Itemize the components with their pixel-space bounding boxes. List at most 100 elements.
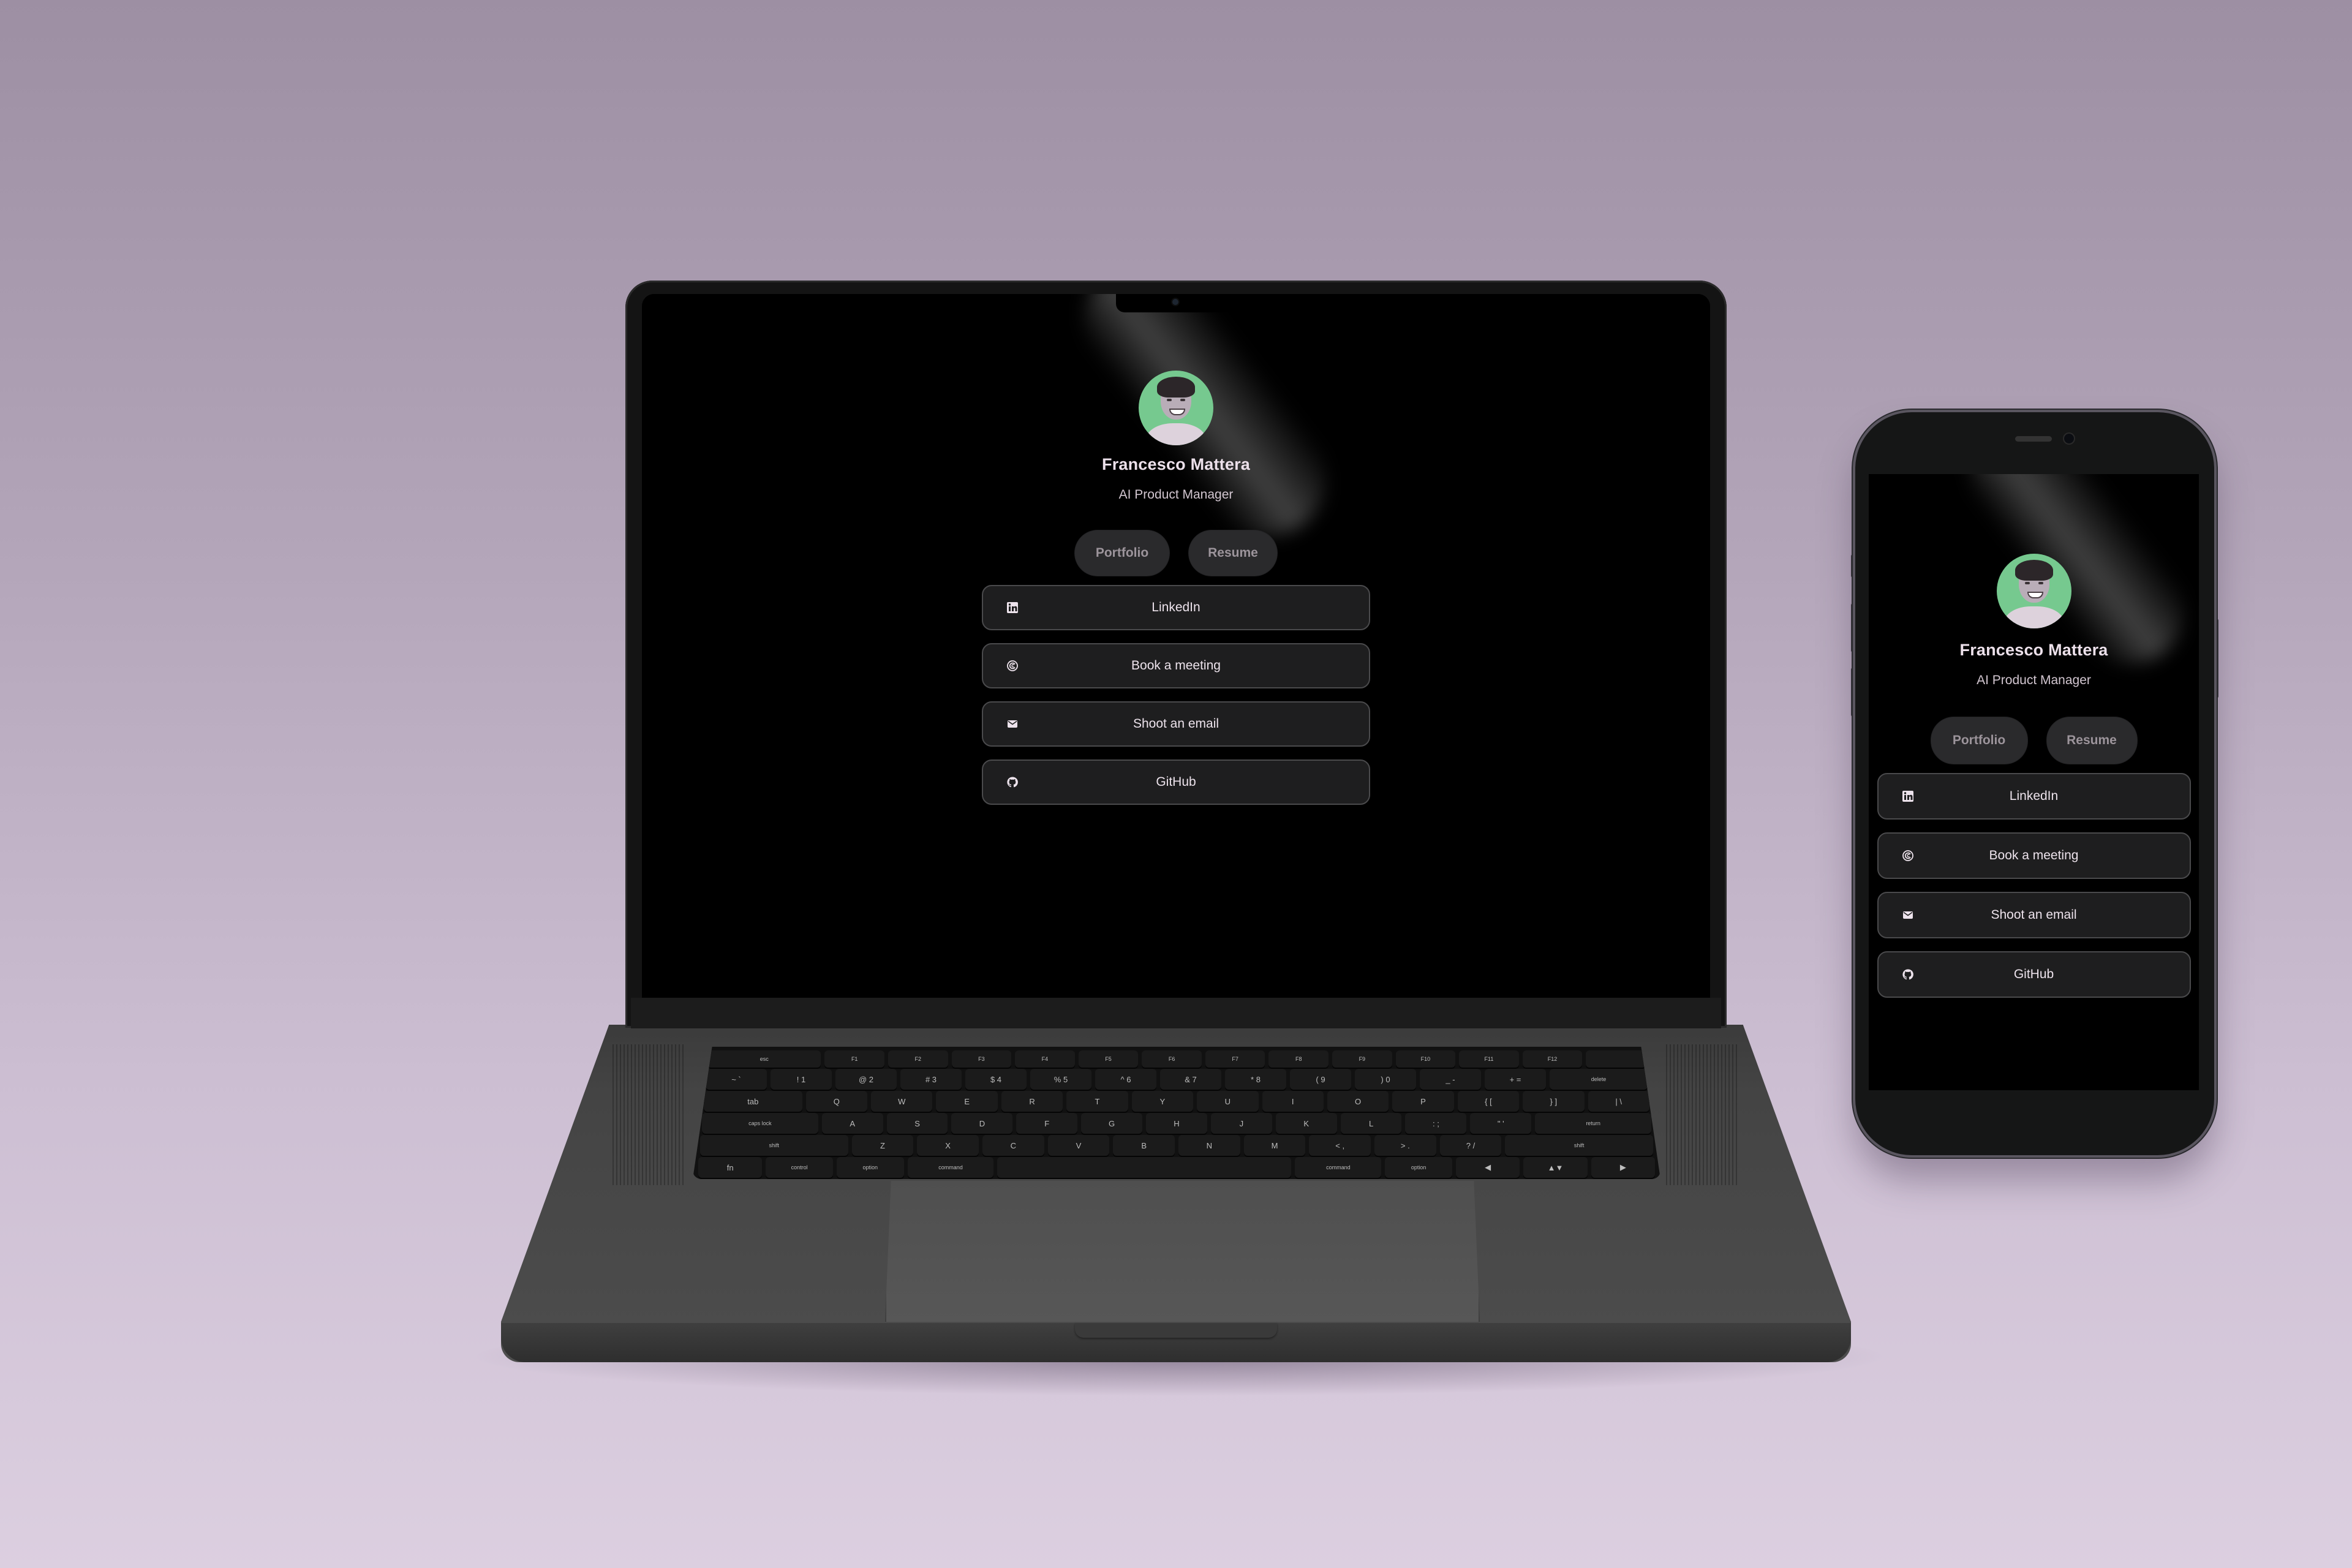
key-8[interactable]: * 8 [1225,1069,1286,1090]
key-f9[interactable]: F9 [1332,1050,1392,1068]
key-caps-lock[interactable]: caps lock [702,1113,818,1134]
book-meeting-button[interactable]: Book a meeting [1877,832,2191,879]
key-a[interactable]: A [821,1113,883,1134]
key-f3[interactable]: F3 [951,1050,1012,1068]
key-fn[interactable]: fn [698,1157,763,1178]
email-button[interactable]: Shoot an email [982,701,1370,747]
resume-button[interactable]: Resume [2046,717,2137,764]
key-command[interactable]: command [907,1157,994,1178]
key-control[interactable]: control [766,1157,833,1178]
key-symbol[interactable]: > . [1374,1135,1436,1156]
key-symbol[interactable]: + = [1485,1069,1546,1090]
key-option[interactable]: option [836,1157,904,1178]
key-f6[interactable]: F6 [1142,1050,1202,1068]
key-p[interactable]: P [1392,1091,1454,1112]
key-command[interactable]: command [1295,1157,1382,1178]
resume-button[interactable]: Resume [1189,530,1277,576]
linkedin-button[interactable]: LinkedIn [1877,773,2191,820]
key-f12[interactable]: F12 [1522,1050,1583,1068]
key-symbol[interactable]: } ] [1523,1091,1585,1112]
key-f5[interactable]: F5 [1078,1050,1139,1068]
key-7[interactable]: & 7 [1160,1069,1221,1090]
linkedin-icon [1006,601,1019,614]
key-symbol[interactable]: { [ [1457,1091,1520,1112]
key-symbol[interactable]: ◀ [1455,1157,1520,1178]
key-l[interactable]: L [1340,1113,1402,1134]
key-x[interactable]: X [917,1135,979,1156]
key-f1[interactable]: F1 [824,1050,884,1068]
key-1[interactable]: ! 1 [771,1069,832,1090]
key-symbol[interactable]: | \ [1588,1091,1649,1112]
key-f10[interactable]: F10 [1395,1050,1456,1068]
key-f8[interactable]: F8 [1268,1050,1329,1068]
key-d[interactable]: D [951,1113,1013,1134]
key-esc[interactable]: esc [707,1050,821,1068]
key-n[interactable]: N [1178,1135,1240,1156]
key-symbol[interactable]: ? / [1439,1135,1502,1156]
key-return[interactable]: return [1535,1113,1651,1134]
key-s[interactable]: S [886,1113,948,1134]
key-2[interactable]: @ 2 [835,1069,897,1090]
key-z[interactable]: Z [851,1135,914,1156]
mail-icon [1902,909,1914,921]
portfolio-button[interactable]: Portfolio [1075,530,1169,576]
key-f7[interactable]: F7 [1205,1050,1265,1068]
key-k[interactable]: K [1275,1113,1337,1134]
profile-card-desktop: Francesco Mattera AI Product Manager Por… [642,371,1710,805]
book-meeting-button[interactable]: Book a meeting [982,643,1370,688]
key-f2[interactable]: F2 [888,1050,948,1068]
trackpad[interactable] [885,1181,1480,1322]
key-delete[interactable]: delete [1550,1069,1648,1090]
key-6[interactable]: ^ 6 [1095,1069,1156,1090]
key-0[interactable]: ) 0 [1355,1069,1416,1090]
key-9[interactable]: ( 9 [1290,1069,1351,1090]
key-t[interactable]: T [1066,1091,1128,1112]
phone-power-button [2214,619,2218,698]
key-symbol[interactable]: : ; [1405,1113,1467,1134]
key-symbol[interactable]: _ - [1420,1069,1481,1090]
linkedin-button[interactable]: LinkedIn [982,585,1370,630]
linkedin-icon [1902,790,1914,802]
speaker-grille-right [1666,1044,1740,1185]
key-symbol[interactable]: ▶ [1591,1157,1656,1178]
laptop-screen: Francesco Mattera AI Product Manager Por… [642,294,1710,998]
key-j[interactable]: J [1210,1113,1272,1134]
key-e[interactable]: E [936,1091,998,1112]
key-symbol[interactable]: ▲▼ [1523,1157,1588,1178]
key-o[interactable]: O [1327,1091,1389,1112]
key-5[interactable]: % 5 [1030,1069,1091,1090]
key-h[interactable]: H [1146,1113,1207,1134]
key-symbol[interactable]: " ' [1470,1113,1532,1134]
key-space[interactable] [997,1157,1292,1178]
email-button[interactable]: Shoot an email [1877,892,2191,938]
key-shift[interactable]: shift [700,1135,848,1156]
portfolio-button[interactable]: Portfolio [1931,717,2027,764]
key-y[interactable]: Y [1131,1091,1194,1112]
key-w[interactable]: W [871,1091,933,1112]
key-u[interactable]: U [1197,1091,1259,1112]
calendly-icon [1006,660,1019,672]
key-r[interactable]: R [1001,1091,1063,1112]
key-i[interactable]: I [1262,1091,1324,1112]
key-symbol[interactable]: ~ ` [706,1069,767,1090]
keyboard-row: fn control option command command option ◀ ▲▼ ▶ [698,1157,1656,1178]
key-c[interactable]: C [982,1135,1044,1156]
phone-screen: Francesco Mattera AI Product Manager Por… [1869,474,2199,1090]
key-4[interactable]: $ 4 [965,1069,1027,1090]
key-touch-id[interactable] [1586,1050,1646,1068]
key-g[interactable]: G [1081,1113,1143,1134]
key-f[interactable]: F [1016,1113,1078,1134]
key-v[interactable]: V [1047,1135,1110,1156]
key-option[interactable]: option [1385,1157,1452,1178]
key-m[interactable]: M [1243,1135,1306,1156]
key-tab[interactable]: tab [704,1091,802,1112]
key-shift[interactable]: shift [1505,1135,1653,1156]
github-button[interactable]: GitHub [1877,951,2191,998]
key-symbol[interactable]: < , [1309,1135,1371,1156]
key-f11[interactable]: F11 [1459,1050,1519,1068]
key-3[interactable]: # 3 [900,1069,962,1090]
key-b[interactable]: B [1113,1135,1175,1156]
key-q[interactable]: Q [805,1091,868,1112]
github-button[interactable]: GitHub [982,760,1370,805]
key-f4[interactable]: F4 [1015,1050,1075,1068]
